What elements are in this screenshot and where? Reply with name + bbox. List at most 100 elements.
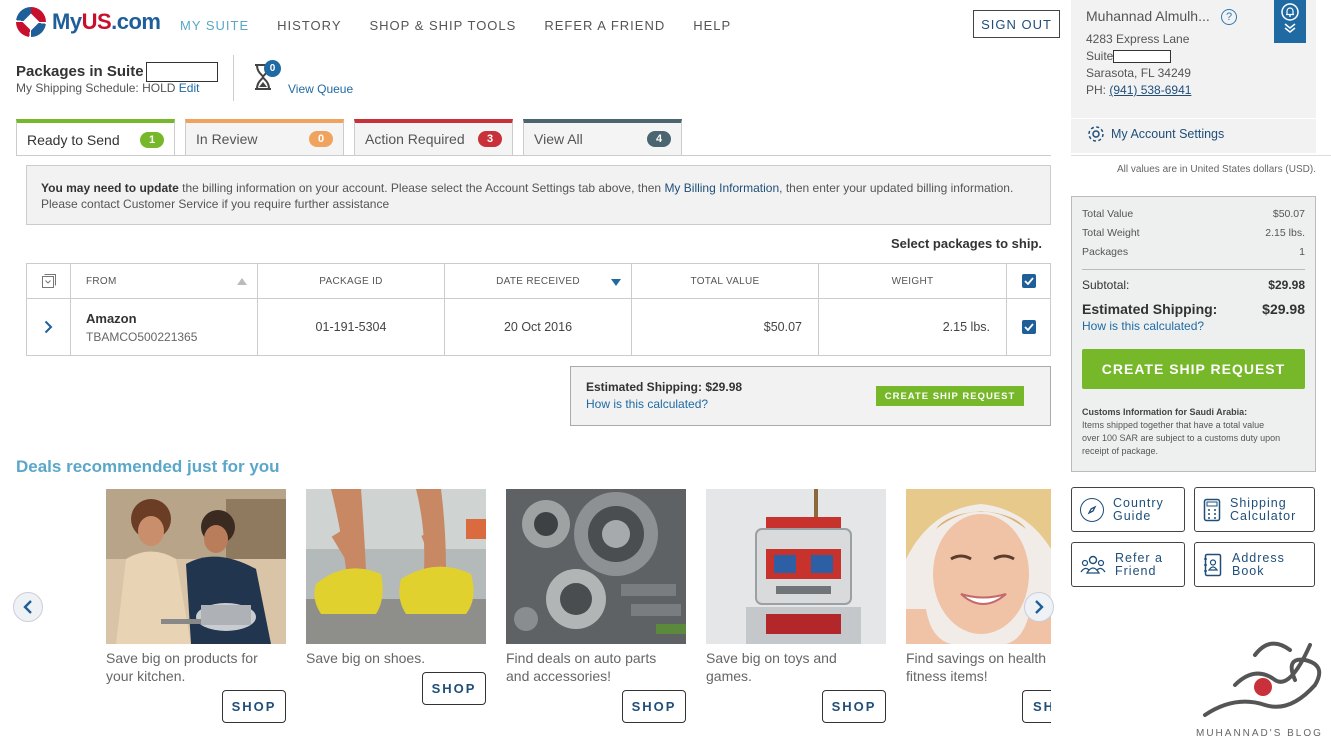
shipping-calculator-button[interactable]: Shipping Calculator <box>1194 487 1315 532</box>
shop-button-kitchen[interactable]: SHOP <box>222 690 286 723</box>
gear-icon <box>1088 126 1104 142</box>
summary-create-ship-request-button[interactable]: CREATE SHIP REQUEST <box>1082 349 1305 389</box>
deal-image-health[interactable] <box>906 489 1051 644</box>
calculator-icon <box>1203 498 1221 521</box>
billing-info-link[interactable]: My Billing Information <box>664 181 779 195</box>
deal-text-kitchen: Save big on products for your kitchen. <box>106 650 258 684</box>
deal-image-kitchen[interactable] <box>106 489 286 644</box>
watermark-text: MUHANNAD'S BLOG <box>1196 728 1323 739</box>
nav-my-suite[interactable]: MY SUITE <box>180 18 249 33</box>
nav-shop-ship-tools[interactable]: SHOP & SHIP TOOLS <box>370 18 517 33</box>
address-phone: PH: (941) 538-6941 <box>1086 83 1192 97</box>
right-divider <box>1071 155 1331 156</box>
summary-divider <box>1082 269 1305 270</box>
tab-count-badge: 4 <box>647 131 671 147</box>
sender-name: Amazon <box>86 310 137 326</box>
tab-view-all[interactable]: View All 4 <box>523 119 682 155</box>
select-all-checkbox-cell[interactable] <box>1007 264 1050 299</box>
sort-asc-icon <box>237 277 247 285</box>
column-weight[interactable]: WEIGHT <box>819 264 1007 299</box>
tab-label: View All <box>534 131 583 147</box>
carousel-prev-button[interactable] <box>13 592 43 622</box>
column-date-received[interactable]: DATE RECEIVED <box>445 264 632 299</box>
how-calculated-link[interactable]: How is this calculated? <box>586 397 708 411</box>
tab-label: Action Required <box>365 131 465 147</box>
deal-text-toys: Save big on toys and games. <box>706 650 837 684</box>
schedule-edit-link[interactable]: Edit <box>179 81 200 95</box>
column-total-value[interactable]: TOTAL VALUE <box>632 264 819 299</box>
tab-in-review[interactable]: In Review 0 <box>185 119 344 155</box>
currency-note: All values are in United States dollars … <box>1117 164 1316 175</box>
address-book-button[interactable]: Address Book <box>1194 542 1315 587</box>
sign-out-button[interactable]: SIGN OUT <box>973 10 1060 38</box>
summary-total-weight: Total Weight 2.15 lbs. <box>1082 227 1305 239</box>
phone-link[interactable]: (941) 538-6941 <box>1109 83 1191 97</box>
account-settings-link[interactable]: My Account Settings <box>1087 125 1224 143</box>
myus-logo[interactable]: MyUS.com <box>16 7 161 37</box>
view-queue-link[interactable]: View Queue <box>288 82 353 96</box>
create-ship-request-button[interactable]: CREATE SHIP REQUEST <box>876 386 1024 406</box>
carousel-next-button[interactable] <box>1024 592 1054 622</box>
check-icon <box>1023 277 1034 285</box>
summary-subtotal: Subtotal: $29.98 <box>1082 278 1305 292</box>
nav-history[interactable]: HISTORY <box>277 18 341 33</box>
deal-image-toys[interactable] <box>706 489 886 644</box>
shop-button-toys[interactable]: SHOP <box>822 690 886 723</box>
expand-all-header[interactable] <box>27 264 71 299</box>
cell-weight: 2.15 lbs. <box>819 299 1007 355</box>
chevron-right-icon <box>1035 600 1044 614</box>
tab-count-badge: 0 <box>309 131 333 147</box>
deal-text-shoes: Save big on shoes. <box>306 650 426 666</box>
nav-refer-a-friend[interactable]: REFER A FRIEND <box>544 18 665 33</box>
select-all-checkbox[interactable] <box>1021 274 1036 288</box>
order-summary-panel: Total Value $50.07 Total Weight 2.15 lbs. … <box>1071 196 1316 472</box>
row-checkbox-cell[interactable] <box>1007 299 1050 355</box>
address-street: 4283 Express Lane <box>1086 32 1190 46</box>
address-city: Sarasota, FL 34249 <box>1086 66 1191 80</box>
deal-image-auto-parts[interactable] <box>506 489 686 644</box>
notifications-tab[interactable] <box>1274 0 1306 43</box>
summary-how-calculated-link[interactable]: How is this calculated? <box>1082 319 1204 333</box>
shop-button-health[interactable]: SH <box>1022 690 1051 723</box>
customs-title: Customs Information for Saudi Arabia: <box>1082 407 1248 417</box>
deal-text-health: Find savings on health fitness items! <box>906 650 1047 684</box>
tab-action-required[interactable]: Action Required 3 <box>354 119 513 155</box>
select-packages-label: Select packages to ship. <box>891 236 1043 251</box>
people-icon <box>1080 555 1106 574</box>
packages-table: FROM PACKAGE ID DATE RECEIVED TOTAL VALU… <box>26 263 1051 356</box>
refer-a-friend-button[interactable]: Refer a Friend <box>1071 542 1185 587</box>
account-address: 4283 Express Lane Suite Sarasota, FL 342… <box>1086 31 1191 99</box>
shop-button-shoes[interactable]: SHOP <box>422 672 486 705</box>
nav-help[interactable]: HELP <box>693 18 731 33</box>
column-from[interactable]: FROM <box>71 264 258 299</box>
compass-icon <box>1080 497 1104 522</box>
cell-total-value: $50.07 <box>632 299 819 355</box>
column-package-id[interactable]: PACKAGE ID <box>258 264 445 299</box>
row-expand-button[interactable] <box>27 299 71 355</box>
billing-notice: You may need to update the billing infor… <box>26 165 1051 225</box>
watermark-calligraphy-logo <box>1203 641 1322 717</box>
summary-estimated-shipping: Estimated Shipping: $29.98 <box>1082 301 1305 317</box>
suite-id-redacted <box>145 62 218 82</box>
account-name: Muhannad Almulh... <box>1086 8 1210 24</box>
tracking-number: TBAMCO500221365 <box>86 329 198 344</box>
tab-count-badge: 3 <box>478 131 502 147</box>
deal-image-shoes[interactable] <box>306 489 486 644</box>
row-checkbox[interactable] <box>1021 320 1036 334</box>
country-guide-button[interactable]: Country Guide <box>1071 487 1185 532</box>
sort-desc-icon <box>611 279 621 286</box>
tab-label: Ready to Send <box>27 131 120 148</box>
customs-text: Items shipped together that have a total… <box>1082 420 1281 456</box>
shipping-schedule: My Shipping Schedule: HOLD Edit <box>16 81 200 95</box>
cell-date-received: 20 Oct 2016 <box>445 299 632 355</box>
help-icon[interactable]: ? <box>1221 9 1237 25</box>
tab-label: In Review <box>196 131 258 147</box>
main-nav: MY SUITE HISTORY SHOP & SHIP TOOLS REFER… <box>180 18 759 33</box>
cell-from: Amazon TBAMCO500221365 <box>71 299 258 355</box>
account-settings-label: My Account Settings <box>1111 127 1225 141</box>
shop-button-auto-parts[interactable]: SHOP <box>622 690 686 723</box>
logo-mark-icon <box>16 7 46 37</box>
tabs-underline <box>16 155 1051 156</box>
estimated-shipping-label: Estimated Shipping: $29.98 <box>586 380 743 394</box>
tab-ready-to-send[interactable]: Ready to Send 1 <box>16 119 175 156</box>
